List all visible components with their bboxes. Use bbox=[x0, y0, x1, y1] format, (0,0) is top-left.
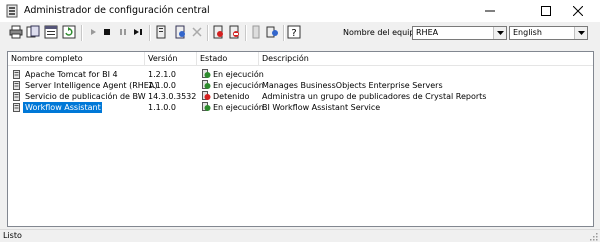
properties-button[interactable] bbox=[44, 25, 58, 39]
add-server-button[interactable] bbox=[154, 25, 168, 39]
server-icon bbox=[13, 81, 20, 90]
print-icon bbox=[9, 25, 23, 39]
toolbar-separator bbox=[81, 25, 83, 41]
service-version: 1.1.0.0 bbox=[148, 81, 176, 90]
service-version: 14.3.0.3532 bbox=[148, 92, 197, 101]
service-version: 1.2.1.0 bbox=[148, 70, 176, 79]
table-row[interactable]: Servicio de publicación de BW 14.3.0.3532… bbox=[8, 91, 593, 102]
column-header-version[interactable]: Versión bbox=[145, 52, 197, 65]
running-status-icon bbox=[202, 102, 211, 111]
properties-icon bbox=[44, 25, 58, 39]
status-text: Listo bbox=[3, 231, 22, 240]
toolbar-separator bbox=[149, 25, 151, 41]
new-server-button[interactable] bbox=[173, 25, 187, 39]
chevron-down-icon[interactable] bbox=[574, 27, 587, 39]
stop-button[interactable] bbox=[100, 25, 114, 39]
metrics-button[interactable] bbox=[249, 25, 263, 39]
resize-grip-icon[interactable] bbox=[589, 232, 598, 241]
language-value: English bbox=[513, 28, 542, 37]
service-name: Server Intelligence Agent (RHEA) bbox=[25, 81, 158, 90]
pause-button[interactable] bbox=[116, 25, 130, 39]
metrics-icon bbox=[252, 25, 260, 39]
new-server-icon bbox=[175, 25, 185, 39]
delete-icon bbox=[192, 27, 202, 37]
table-row[interactable]: Server Intelligence Agent (RHEA) 1.1.0.0 E… bbox=[8, 80, 593, 91]
resume-icon bbox=[134, 29, 142, 35]
column-header-name[interactable]: Nombre completo bbox=[8, 52, 145, 65]
title-bar: Administrador de configuración central bbox=[0, 0, 600, 22]
server-icon bbox=[13, 92, 20, 101]
application-window: Administrador de configuración central ?… bbox=[0, 0, 600, 242]
web-tier-icon bbox=[266, 26, 278, 38]
language-combo[interactable]: English bbox=[509, 26, 588, 40]
status-bar: Listo bbox=[0, 229, 600, 242]
chevron-down-icon[interactable] bbox=[493, 27, 506, 39]
disable-icon bbox=[213, 25, 223, 39]
resume-button[interactable] bbox=[131, 25, 145, 39]
disable-button[interactable] bbox=[211, 25, 225, 39]
print-button[interactable] bbox=[9, 25, 23, 39]
table-row[interactable]: Workflow Assistant 1.1.0.0 En ejecución BI … bbox=[8, 102, 593, 113]
service-status: En ejecución bbox=[213, 70, 264, 79]
window-title: Administrador de configuración central bbox=[24, 5, 210, 16]
svg-text:?: ? bbox=[291, 28, 296, 39]
server-icon bbox=[13, 70, 20, 79]
app-icon bbox=[6, 4, 18, 18]
refresh-button[interactable] bbox=[62, 25, 76, 39]
list-header: Nombre completo Versión Estado Descripci… bbox=[8, 52, 593, 66]
preview-icon bbox=[26, 25, 40, 38]
add-server-icon bbox=[156, 25, 166, 39]
stop-icon bbox=[104, 29, 110, 35]
machine-name-label: Nombre del equipo: bbox=[343, 28, 423, 37]
machine-name-value: RHEA bbox=[416, 28, 439, 37]
service-name: Servicio de publicación de BW bbox=[25, 92, 146, 101]
maximize-icon bbox=[541, 6, 551, 16]
toolbar-separator bbox=[283, 25, 285, 41]
start-button[interactable] bbox=[86, 25, 100, 39]
start-icon bbox=[91, 29, 96, 35]
pause-icon bbox=[120, 29, 126, 35]
machine-name-combo[interactable]: RHEA bbox=[412, 26, 507, 40]
refresh-icon bbox=[62, 25, 76, 39]
service-description: Administra un grupo de publicadores de C… bbox=[262, 92, 487, 101]
running-status-icon bbox=[202, 69, 211, 78]
service-status: Detenido bbox=[213, 92, 250, 101]
delete-button[interactable] bbox=[190, 25, 204, 39]
close-icon bbox=[573, 6, 583, 16]
service-name: Apache Tomcat for BI 4 bbox=[25, 70, 118, 79]
services-list[interactable]: Nombre completo Versión Estado Descripci… bbox=[7, 51, 594, 227]
web-tier-button[interactable] bbox=[265, 25, 279, 39]
running-status-icon bbox=[202, 80, 211, 89]
service-version: 1.1.0.0 bbox=[148, 103, 176, 112]
minimize-button[interactable] bbox=[468, 0, 512, 22]
enable-icon bbox=[229, 25, 239, 39]
column-header-status[interactable]: Estado bbox=[197, 52, 259, 65]
help-icon: ? bbox=[287, 25, 301, 39]
table-row[interactable]: Apache Tomcat for BI 4 1.2.1.0 En ejecució… bbox=[8, 69, 593, 80]
toolbar-separator bbox=[207, 25, 209, 41]
service-description: BI Workflow Assistant Service bbox=[262, 103, 381, 112]
service-status: En ejecución bbox=[213, 103, 264, 112]
enable-button[interactable] bbox=[227, 25, 241, 39]
service-status: En ejecución bbox=[213, 81, 264, 90]
preview-button[interactable] bbox=[26, 25, 40, 39]
help-button[interactable]: ? bbox=[287, 25, 301, 39]
service-description: Manages BusinessObjects Enterprise Serve… bbox=[262, 81, 443, 90]
column-header-description[interactable]: Descripción bbox=[259, 52, 593, 65]
service-name: Workflow Assistant bbox=[25, 103, 101, 112]
server-icon bbox=[13, 103, 20, 112]
toolbar-separator bbox=[245, 25, 247, 41]
minimize-icon bbox=[485, 10, 495, 12]
close-button[interactable] bbox=[556, 0, 600, 22]
stopped-status-icon bbox=[202, 91, 211, 100]
